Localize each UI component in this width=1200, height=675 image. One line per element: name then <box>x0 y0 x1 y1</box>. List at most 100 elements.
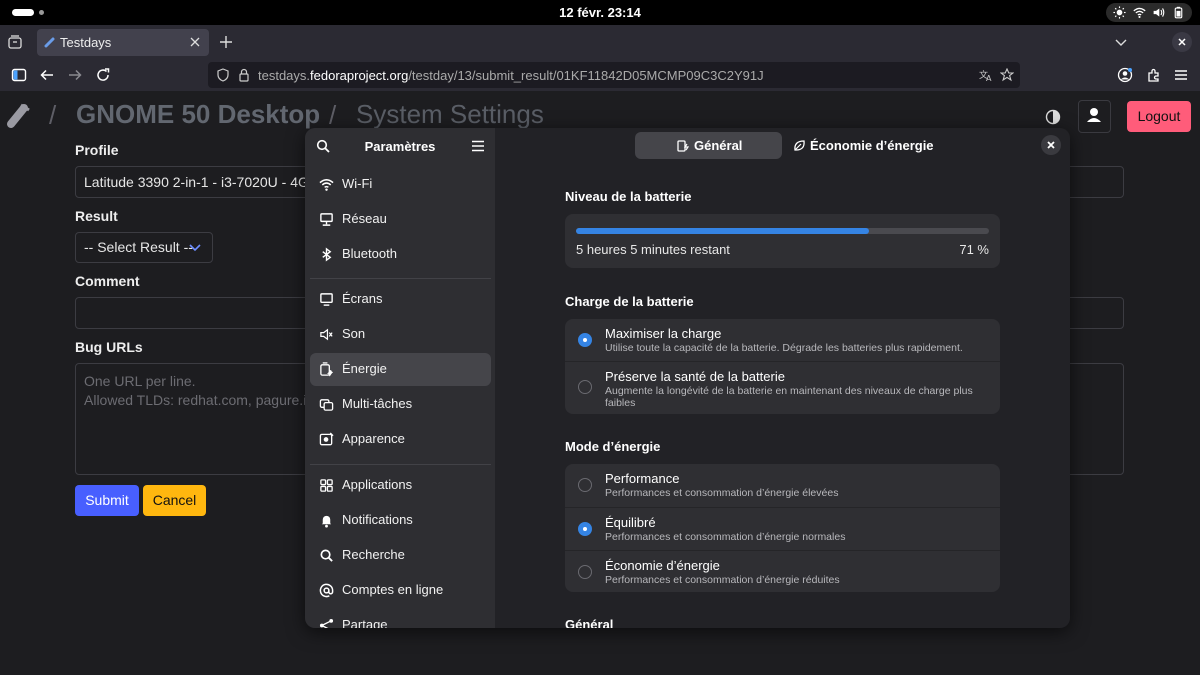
sidebar-item-label: Apparence <box>342 431 405 446</box>
sidebar-item-label: Bluetooth <box>342 246 397 261</box>
sidebar-item-label: Réseau <box>342 211 387 226</box>
breadcrumb-separator: / <box>329 100 337 130</box>
option-subtitle: Performances et consommation d’énergie é… <box>605 487 839 499</box>
theme-toggle-icon[interactable] <box>1045 109 1061 125</box>
forward-icon[interactable] <box>67 67 83 83</box>
settings-close-button[interactable] <box>1041 135 1061 155</box>
tab-list-icon[interactable] <box>7 34 23 50</box>
tab-close-icon[interactable] <box>189 36 201 48</box>
browser-nav-bar: testdays.fedoraproject.org/testday/13/su… <box>0 59 1200 92</box>
profile-label: Profile <box>75 142 119 158</box>
charge-option-preserve[interactable]: Préserve la santé de la batterie Augment… <box>565 361 1000 414</box>
lock-icon[interactable] <box>237 68 251 82</box>
clock[interactable]: 12 févr. 23:14 <box>0 5 1200 20</box>
breadcrumb-separator: / <box>49 100 57 130</box>
multitasking-icon <box>319 399 334 411</box>
sidebar-item-label: Recherche <box>342 547 405 562</box>
sidebar-item-notifications[interactable]: Notifications <box>310 504 491 537</box>
sidebar-item-power[interactable]: Énergie <box>310 353 491 386</box>
charge-option-maximize[interactable]: Maximiser la charge Utilise toute la cap… <box>565 319 1000 361</box>
testdays-logo-icon[interactable] <box>5 100 33 130</box>
radio-balanced[interactable] <box>578 522 592 536</box>
mode-option-power-saver[interactable]: Économie d’énergie Performances et conso… <box>565 550 1000 592</box>
mode-option-performance[interactable]: Performance Performances et consommation… <box>565 464 1000 507</box>
sidebar-item-search[interactable]: Recherche <box>310 539 491 572</box>
sidebar-divider <box>310 464 491 465</box>
bluetooth-icon <box>322 247 332 262</box>
cancel-button[interactable]: Cancel <box>143 485 206 516</box>
battery-level-card: 5 heures 5 minutes restant 71 % <box>565 214 1000 268</box>
option-subtitle: Performances et consommation d’énergie n… <box>605 531 846 543</box>
radio-preserve[interactable] <box>578 380 592 394</box>
profile-value: Latitude 3390 2-in-1 - i3-7020U - 4GB R <box>84 174 333 190</box>
search-icon <box>320 549 333 562</box>
tab-general[interactable]: Général <box>635 132 782 159</box>
hamburger-menu-icon[interactable] <box>471 140 485 152</box>
menu-icon[interactable] <box>1173 67 1189 83</box>
sidebar-item-wifi[interactable]: Wi-Fi <box>310 168 491 201</box>
logout-button[interactable]: Logout <box>1127 101 1191 132</box>
window-close-button[interactable] <box>1172 32 1192 52</box>
reload-icon[interactable] <box>95 67 111 83</box>
radio-power-saver[interactable] <box>578 565 592 579</box>
submit-button[interactable]: Submit <box>75 485 139 516</box>
sidebar-item-displays[interactable]: Écrans <box>310 283 491 316</box>
power-icon <box>320 362 334 377</box>
option-title: Équilibré <box>605 515 656 530</box>
tab-power-saving[interactable]: Économie d’énergie <box>787 132 937 159</box>
share-icon <box>319 618 334 628</box>
sidebar-item-label: Écrans <box>342 291 383 306</box>
url-path: /testday/13/submit_result/01KF11842D05MC… <box>408 68 764 83</box>
account-icon[interactable] <box>1117 67 1133 83</box>
sidebar-toggle-icon[interactable] <box>11 67 27 83</box>
settings-sidebar: Paramètres Wi-Fi Réseau Bluetooth Écrans… <box>305 128 495 628</box>
chevron-down-icon[interactable] <box>1115 36 1127 48</box>
user-button[interactable] <box>1078 100 1111 133</box>
sidebar-divider <box>310 278 491 279</box>
url-text[interactable]: testdays.fedoraproject.org/testday/13/su… <box>258 68 764 83</box>
sidebar-item-appearance[interactable]: Apparence <box>310 423 491 456</box>
chevron-down-icon <box>189 244 201 252</box>
bell-icon <box>321 515 332 528</box>
tab-title: Testdays <box>60 35 112 50</box>
battery-level-title: Niveau de la batterie <box>565 189 692 204</box>
svg-text:A: A <box>986 74 992 82</box>
general-section-title: Général <box>565 617 614 628</box>
result-select[interactable]: -- Select Result -- <box>75 232 213 263</box>
breadcrumb-section[interactable]: System Settings <box>356 99 544 130</box>
extensions-icon[interactable] <box>1146 67 1162 83</box>
sidebar-item-network[interactable]: Réseau <box>310 203 491 236</box>
url-prefix: testdays. <box>258 68 311 83</box>
sidebar-item-sound[interactable]: Son <box>310 318 491 351</box>
sidebar-item-multitasking[interactable]: Multi-tâches <box>310 388 491 421</box>
brightness-icon <box>1113 6 1126 19</box>
radio-maximize[interactable] <box>578 333 592 347</box>
sidebar-item-label: Multi-tâches <box>342 396 413 411</box>
tab-testdays[interactable]: Testdays <box>37 29 209 56</box>
bug-urls-placeholder: Allowed TLDs: redhat.com, pagure.io, gi <box>84 392 333 408</box>
sidebar-item-bluetooth[interactable]: Bluetooth <box>310 238 491 271</box>
radio-performance[interactable] <box>578 478 592 492</box>
sidebar-item-applications[interactable]: Applications <box>310 469 491 502</box>
shield-icon[interactable] <box>216 68 230 82</box>
battery-level-bar <box>576 228 989 234</box>
sidebar-item-label: Applications <box>342 477 413 492</box>
settings-window: Paramètres Wi-Fi Réseau Bluetooth Écrans… <box>305 128 1070 628</box>
sidebar-item-online-accounts[interactable]: Comptes en ligne <box>310 574 491 607</box>
comment-label: Comment <box>75 273 140 289</box>
result-select-value: -- Select Result -- <box>84 239 193 255</box>
mode-option-balanced[interactable]: Équilibré Performances et consommation d… <box>565 507 1000 551</box>
option-subtitle: Augmente la longévité de la batterie en … <box>605 385 973 409</box>
battery-remaining: 5 heures 5 minutes restant <box>576 242 730 257</box>
breadcrumb-app[interactable]: GNOME 50 Desktop <box>76 99 320 130</box>
translate-icon[interactable]: 文A <box>979 68 993 82</box>
bookmark-star-icon[interactable] <box>1000 68 1014 82</box>
new-tab-icon[interactable] <box>219 35 233 49</box>
network-icon <box>320 213 333 226</box>
sidebar-item-label: Énergie <box>342 361 387 376</box>
sound-icon <box>320 328 333 341</box>
back-icon[interactable] <box>39 67 55 83</box>
url-bar[interactable]: testdays.fedoraproject.org/testday/13/su… <box>208 62 1020 88</box>
sidebar-item-sharing[interactable]: Partage <box>310 609 491 628</box>
system-status-menu[interactable] <box>1106 3 1192 22</box>
